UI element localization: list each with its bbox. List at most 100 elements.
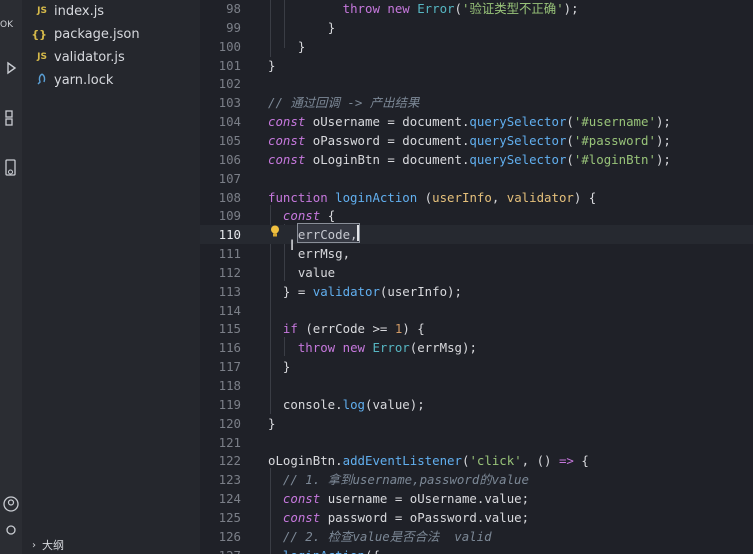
explorer-sidebar: JS index.js {} package.json JS validator…: [22, 0, 200, 554]
code-token: (: [566, 132, 574, 148]
remote-icon[interactable]: [0, 156, 22, 180]
line-number: 106: [218, 151, 241, 167]
code-token: }: [268, 415, 276, 431]
line-number: 110: [218, 227, 241, 243]
code-line[interactable]: 99 }: [200, 18, 753, 37]
activity-ok-label: OK: [0, 20, 13, 30]
code-token: oLoginBtn.: [268, 453, 343, 469]
file-validator-js[interactable]: JS validator.js: [22, 46, 200, 68]
line-number: 115: [218, 321, 241, 337]
line-number: 101: [218, 57, 241, 73]
file-yarn-lock[interactable]: yarn.lock: [22, 69, 200, 91]
code-token: Error: [417, 1, 455, 16]
file-name: index.js: [54, 3, 105, 19]
outline-section-header[interactable]: › 大纲: [22, 536, 200, 554]
code-token: querySelector: [469, 151, 567, 167]
code-token: {: [327, 208, 336, 224]
yarn-icon: [22, 72, 54, 88]
run-debug-icon[interactable]: [0, 56, 22, 80]
code-token: '#password': [573, 132, 656, 148]
code-text: const oLoginBtn = document.querySelector…: [268, 150, 671, 169]
file-index-js[interactable]: JS index.js: [22, 0, 200, 22]
code-line[interactable]: 109 const {: [200, 206, 753, 225]
code-token: loginAction: [283, 548, 365, 554]
code-token: (: [566, 114, 574, 130]
code-line[interactable]: 98 throw new Error('验证类型不正确');: [200, 0, 753, 18]
text-cursor: [357, 225, 359, 241]
code-token: ) {: [402, 321, 425, 337]
extensions-icon[interactable]: [0, 106, 22, 130]
code-line[interactable]: 112 value: [200, 263, 753, 282]
code-token: (errCode >=: [305, 321, 395, 337]
code-line[interactable]: 111 errMsg,: [200, 244, 753, 263]
settings-gear-icon[interactable]: [0, 518, 22, 542]
code-line[interactable]: 115 if (errCode >= 1) {: [200, 319, 753, 338]
code-token: Error: [372, 340, 410, 356]
code-line[interactable]: 104 const oUsername = document.querySelec…: [200, 112, 753, 131]
code-token: querySelector: [469, 114, 567, 130]
code-token: addEventListener: [342, 453, 462, 469]
code-line[interactable]: 122 oLoginBtn.addEventListener('click', (…: [200, 451, 753, 470]
code-line[interactable]: 101}: [200, 56, 753, 75]
code-line[interactable]: 103 // 通过回调 -> 产出结果: [200, 93, 753, 112]
code-line[interactable]: 117 }: [200, 357, 753, 376]
line-number: 124: [218, 491, 241, 507]
code-token: // 通过回调 -> 产出结果: [268, 95, 420, 111]
code-line[interactable]: 110 errCode,: [200, 225, 753, 245]
code-line[interactable]: 114: [200, 301, 753, 320]
file-package-json[interactable]: {} package.json: [22, 23, 200, 45]
code-text: // 1. 拿到username,password的value: [268, 470, 529, 489]
code-editor[interactable]: 98 throw new Error('验证类型不正确'); 99 } 100 } 1…: [200, 0, 753, 554]
code-token: =>: [558, 453, 574, 469]
code-line[interactable]: 113 } = validator(userInfo);: [200, 282, 753, 301]
line-number: 103: [218, 95, 241, 111]
code-token: validator: [312, 283, 380, 299]
code-line[interactable]: 123 // 1. 拿到username,password的value: [200, 470, 753, 489]
line-number: 118: [218, 378, 241, 393]
code-line[interactable]: 126 // 2. 检查value是否合法 valid: [200, 527, 753, 546]
code-token: log: [342, 396, 365, 412]
javascript-file-icon: JS: [37, 52, 47, 62]
code-line[interactable]: 105 const oPassword = document.querySelec…: [200, 131, 753, 150]
code-text: const oUsername = document.querySelector…: [268, 112, 671, 131]
code-token: , (): [521, 453, 559, 469]
code-text: throw new Error('验证类型不正确');: [268, 0, 579, 18]
code-line[interactable]: 100 }: [200, 37, 753, 56]
code-token: const: [268, 151, 313, 167]
code-token: new: [342, 340, 373, 356]
code-line[interactable]: 125 const password = oPassword.value;: [200, 508, 753, 527]
line-number: 98: [226, 1, 241, 16]
javascript-file-icon: JS: [37, 6, 47, 16]
code-line[interactable]: 127 loginAction({: [200, 546, 753, 554]
code-line[interactable]: 124 const username = oUsername.value;: [200, 489, 753, 508]
code-line[interactable]: 108 function loginAction (userInfo, valid…: [200, 188, 753, 207]
code-text: throw new Error(errMsg);: [268, 338, 477, 357]
line-number: 104: [218, 114, 241, 130]
account-icon[interactable]: [0, 492, 22, 516]
code-token: throw: [342, 1, 388, 16]
code-token: '验证类型不正确': [462, 1, 564, 16]
outline-label: 大纲: [42, 539, 64, 552]
code-line[interactable]: 116 throw new Error(errMsg);: [200, 338, 753, 357]
code-line[interactable]: 107: [200, 169, 753, 188]
code-token: }: [327, 19, 336, 35]
code-line[interactable]: 120}: [200, 414, 753, 433]
mouse-ibeam-cursor-icon: I: [290, 238, 295, 254]
code-line[interactable]: 119 console.log(value);: [200, 395, 753, 414]
code-line[interactable]: 102: [200, 74, 753, 93]
code-token: ,: [491, 189, 507, 205]
code-token: validator: [506, 189, 574, 205]
line-number: 99: [226, 19, 241, 35]
activity-bar: OK: [0, 0, 22, 554]
code-token: } =: [268, 283, 313, 299]
code-line[interactable]: 118: [200, 376, 753, 395]
code-line[interactable]: 106 const oLoginBtn = document.querySelec…: [200, 150, 753, 169]
lightbulb-icon[interactable]: [270, 225, 280, 241]
code-line[interactable]: 121: [200, 433, 753, 452]
